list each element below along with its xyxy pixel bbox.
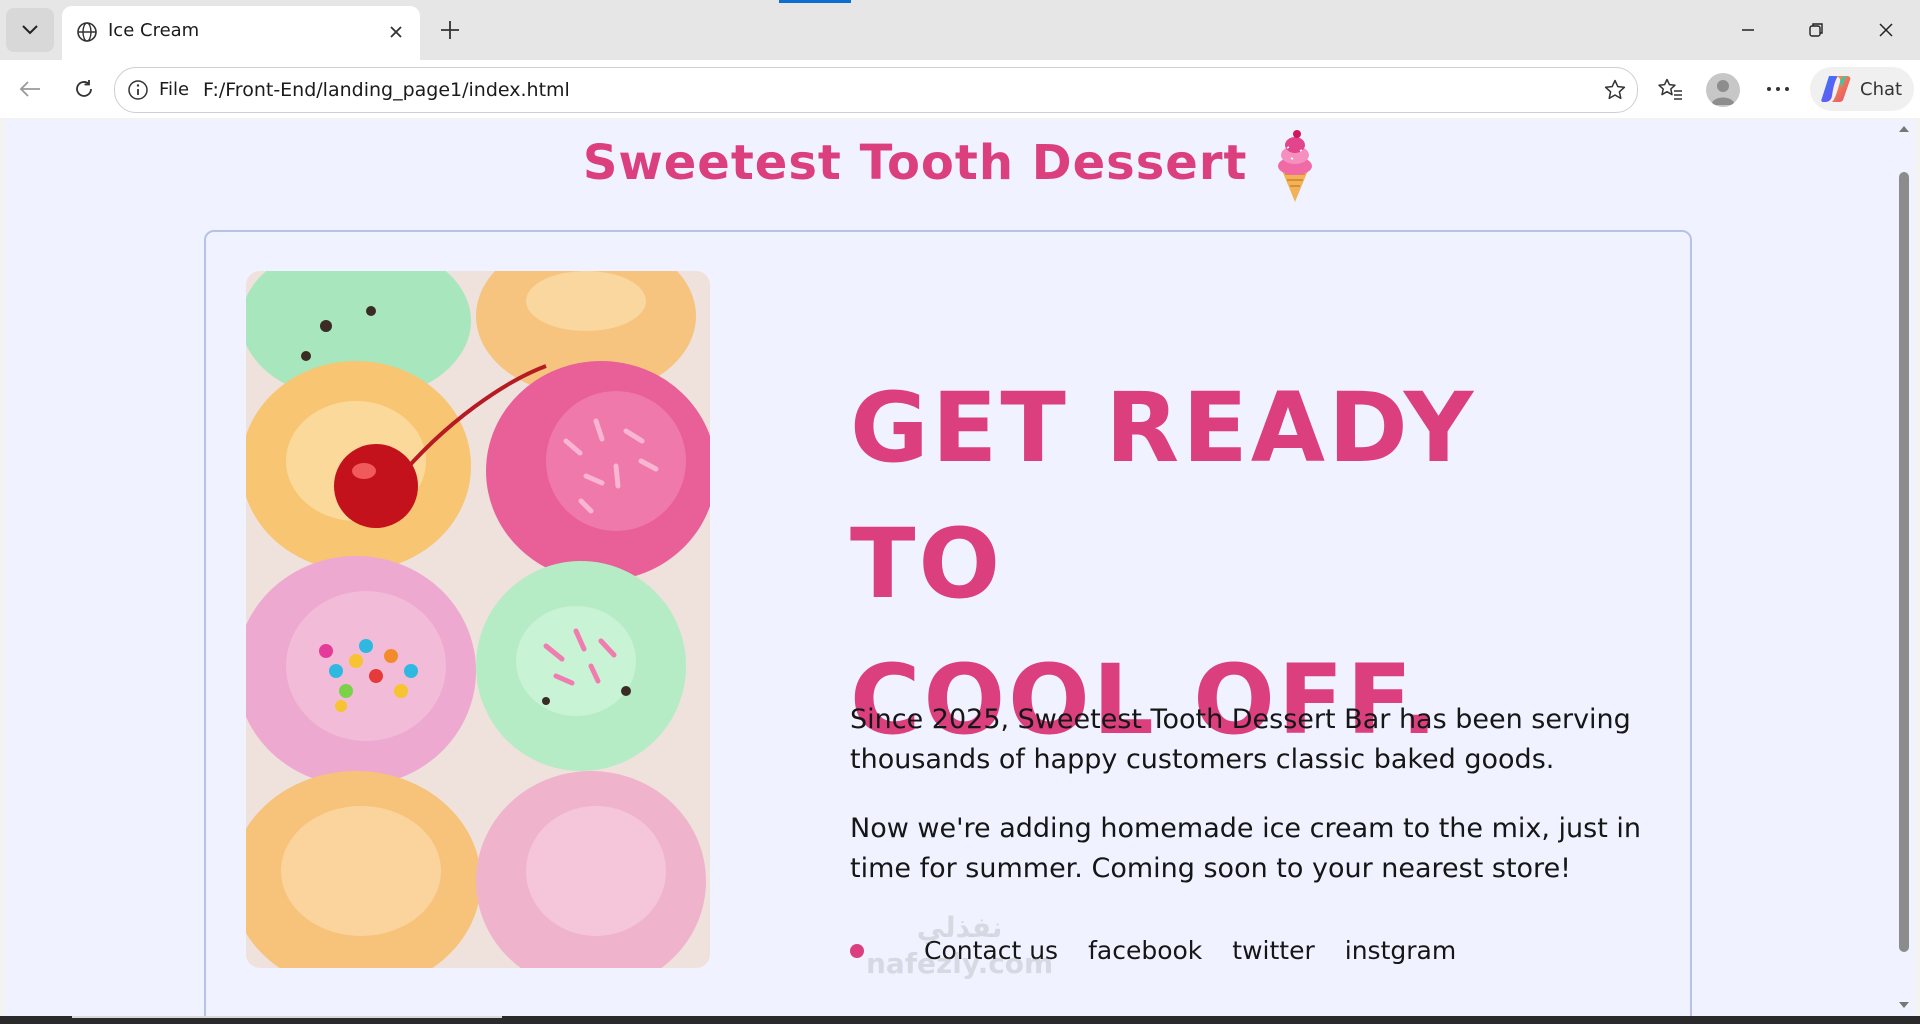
headline-line-1: GET READY TO — [850, 372, 1477, 620]
copilot-icon — [1821, 76, 1851, 102]
watermark-text: نفذلي — [916, 911, 1003, 944]
favorite-star-button[interactable] — [1601, 76, 1629, 104]
profile-button[interactable] — [1706, 73, 1740, 107]
chat-label: Chat — [1860, 78, 1903, 100]
active-tab[interactable]: Ice Cream — [62, 6, 420, 60]
more-icon — [1767, 87, 1789, 91]
minimize-icon — [1742, 29, 1754, 31]
link-instgram[interactable]: instgram — [1345, 936, 1456, 965]
info-icon[interactable] — [127, 79, 149, 101]
scroll-down-arrow[interactable] — [1899, 1002, 1909, 1008]
taskbar-edge-highlight — [72, 1016, 502, 1018]
minimize-button[interactable] — [1714, 0, 1782, 60]
profile-icon — [1711, 80, 1735, 105]
address-url[interactable]: F:/Front-End/landing_page1/index.html — [203, 79, 570, 101]
tab-list-button[interactable] — [6, 8, 54, 52]
reload-button[interactable] — [64, 69, 104, 109]
scroll-up-arrow[interactable] — [1899, 126, 1909, 132]
back-button[interactable] — [10, 69, 50, 109]
link-facebook[interactable]: facebook — [1088, 936, 1202, 965]
new-tab-button[interactable] — [432, 12, 468, 48]
window-close-button[interactable] — [1852, 0, 1920, 60]
site-title: Sweetest Tooth Dessert — [6, 128, 1894, 204]
watermark: نفذلي nafezly.com — [866, 910, 1053, 982]
link-twitter[interactable]: twitter — [1232, 936, 1314, 965]
ice-cream-cone-icon — [1278, 130, 1313, 202]
bullet-dot — [850, 943, 864, 958]
site-title-text: Sweetest Tooth Dessert — [582, 135, 1248, 191]
close-icon — [390, 26, 402, 38]
tab-title: Ice Cream — [108, 20, 200, 41]
taskbar-edge — [0, 1016, 1920, 1024]
plus-icon — [441, 21, 459, 39]
tab-list-icon — [22, 25, 38, 35]
favorites-button[interactable] — [1650, 69, 1690, 109]
vertical-scrollbar[interactable] — [1894, 120, 1914, 1016]
window-close-icon — [1879, 23, 1893, 37]
star-icon — [1604, 79, 1626, 100]
ice-cream-scoops-image — [246, 271, 710, 968]
back-icon — [19, 81, 40, 97]
more-options-button[interactable] — [1758, 69, 1798, 109]
reload-icon — [76, 80, 92, 97]
restore-icon — [1809, 23, 1823, 37]
copilot-chat-button[interactable]: Chat — [1810, 67, 1914, 111]
scrollbar-thumb[interactable] — [1899, 172, 1909, 952]
globe-icon — [77, 22, 97, 42]
tab-close-button[interactable] — [382, 18, 410, 46]
favorites-icon — [1658, 78, 1682, 100]
restore-button[interactable] — [1782, 0, 1850, 60]
browser-toolbar: File F:/Front-End/landing_page1/index.ht… — [0, 60, 1920, 118]
address-bar[interactable]: File F:/Front-End/landing_page1/index.ht… — [114, 67, 1638, 113]
address-scheme-label: File — [159, 79, 190, 100]
announcement-paragraph: Now we're adding homemade ice cream to t… — [850, 813, 1642, 884]
intro-paragraph: Since 2025, Sweetest Tooth Dessert Bar h… — [850, 704, 1631, 775]
tab-strip: Ice Cream — [0, 0, 1920, 60]
sync-indicator — [779, 0, 851, 3]
page-viewport: Sweetest Tooth Dessert GET READY TO COOL… — [6, 120, 1894, 1016]
watermark-domain: nafezly.com — [866, 947, 1054, 980]
